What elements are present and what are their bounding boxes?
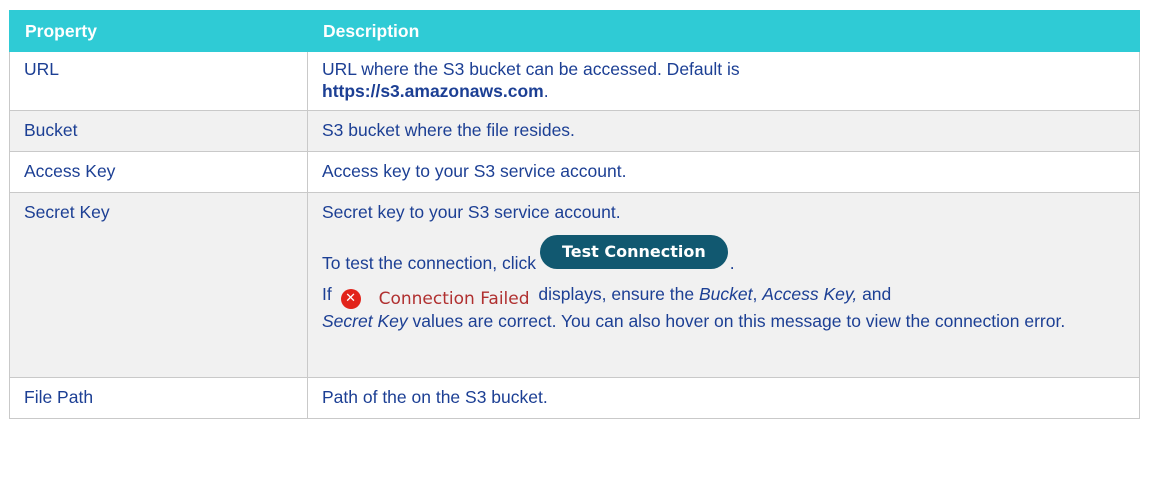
access-key-term: Access Key,: [762, 284, 858, 304]
close-circle-icon: ✕: [340, 289, 361, 309]
secret-key-term: Secret Key: [322, 311, 408, 331]
table-row: File Path Path of the on the S3 bucket.: [9, 377, 1140, 419]
and-text: and: [862, 284, 892, 304]
remaining-text: values are correct. You can also hover o…: [412, 311, 1066, 331]
connection-failed-label: Connection Failed: [378, 289, 530, 309]
property-cell: Access Key: [9, 151, 308, 193]
property-cell: File Path: [9, 377, 308, 419]
properties-table: Property Description URL URL where the S…: [9, 10, 1140, 419]
description-cell: S3 bucket where the file resides.: [307, 110, 1140, 152]
property-cell: Secret Key: [9, 192, 308, 378]
header-property: Property: [9, 10, 308, 52]
description-text: Secret key to your S3 service account.: [322, 202, 621, 222]
period: .: [543, 81, 549, 101]
property-cell: Bucket: [9, 110, 308, 152]
default-url: https://s3.amazonaws.com: [322, 81, 544, 101]
if-text: If: [322, 284, 332, 304]
connection-failed-badge[interactable]: ✕ Connection Failed: [340, 288, 530, 310]
table-row: Secret Key Secret key to your S3 service…: [9, 192, 1140, 378]
test-instruction: To test the connection, click: [322, 253, 536, 273]
property-cell: URL: [9, 51, 308, 111]
bucket-term: Bucket: [698, 284, 753, 304]
table-row: Access Key Access key to your S3 service…: [9, 151, 1140, 193]
displays-text: displays, ensure the: [538, 284, 695, 304]
header-description: Description: [307, 10, 1140, 52]
connection-failed-note: If ✕ Connection Failed displays, ensure t…: [322, 283, 1124, 332]
period: .: [729, 253, 735, 273]
table-row: Bucket S3 bucket where the file resides.: [9, 110, 1140, 152]
description-cell: Secret key to your S3 service account. T…: [307, 192, 1140, 378]
description-text: URL where the S3 bucket can be accessed.…: [322, 59, 740, 79]
comma: ,: [752, 284, 758, 304]
test-connection-button[interactable]: Test Connection: [540, 235, 728, 269]
table-header-row: Property Description: [9, 10, 1140, 52]
table-row: URL URL where the S3 bucket can be acces…: [9, 51, 1140, 111]
description-cell: Access key to your S3 service account.: [307, 151, 1140, 193]
test-connection-line: To test the connection, click Test Conne…: [322, 233, 1124, 275]
description-cell: URL where the S3 bucket can be accessed.…: [307, 51, 1140, 111]
description-cell: Path of the on the S3 bucket.: [307, 377, 1140, 419]
